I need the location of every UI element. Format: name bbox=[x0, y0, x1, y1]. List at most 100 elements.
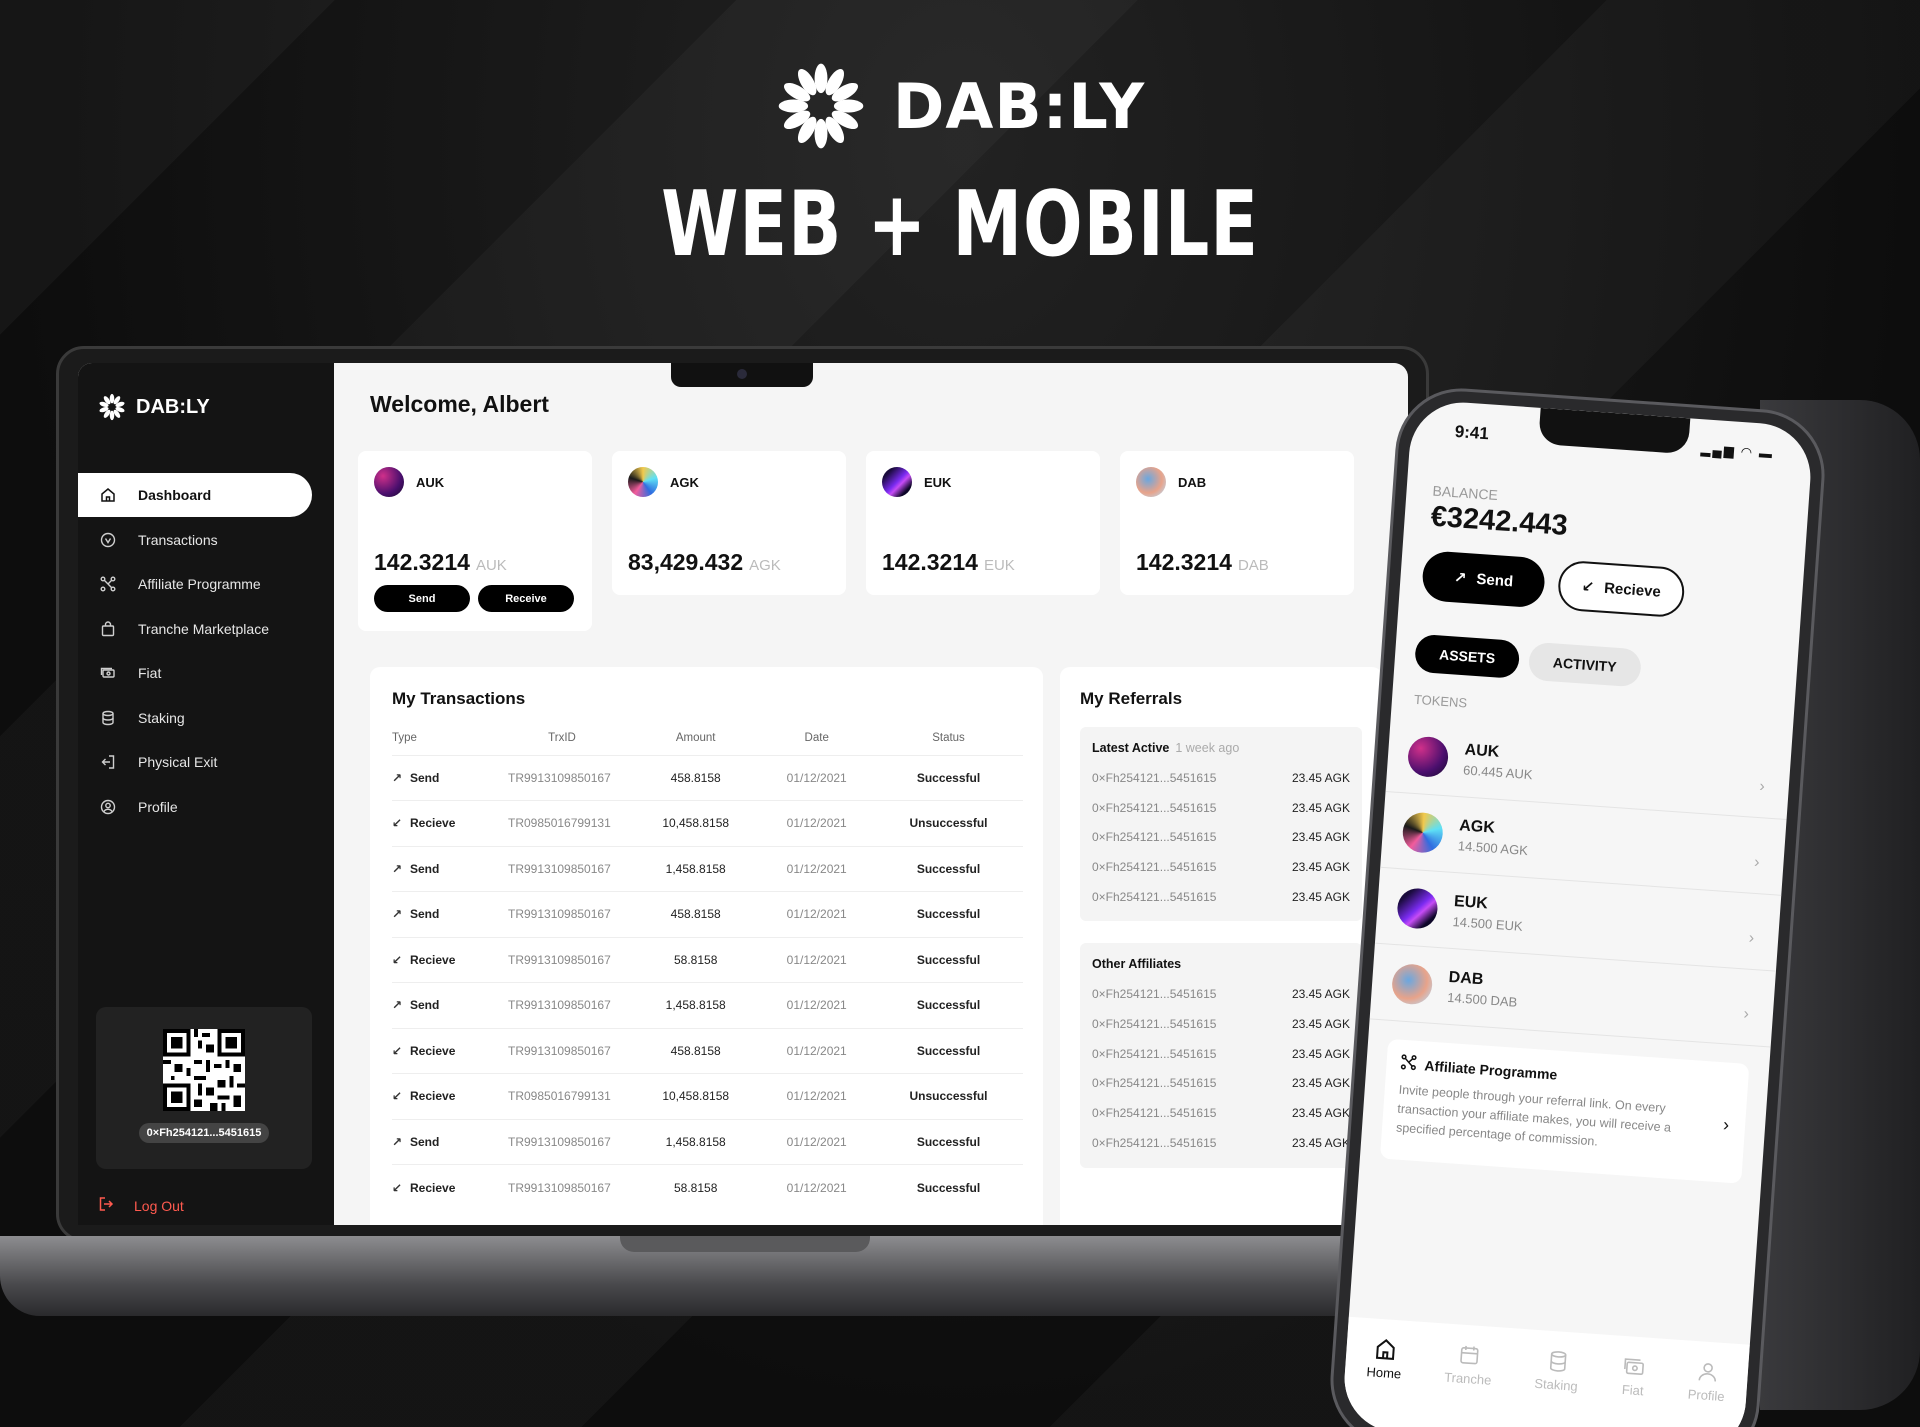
table-row[interactable]: ↗ Send TR9913109850167 458.8158 01/12/2021 Su… bbox=[392, 891, 1023, 937]
wallet-address[interactable]: 0×Fh254121...5451615 bbox=[138, 1123, 270, 1143]
table-row[interactable]: ↙ Recieve TR9913109850167 58.8158 01/12/2021… bbox=[392, 1164, 1023, 1210]
sidebar-item-tranche-marketplace[interactable]: Tranche Marketplace bbox=[78, 607, 334, 651]
list-item[interactable]: 0×Fh254121...5451615 23.45 AGK bbox=[1092, 852, 1350, 882]
send-button[interactable]: Send bbox=[374, 585, 470, 612]
affiliate-address: 0×Fh254121...5451615 bbox=[1092, 770, 1217, 785]
token-name: AUK bbox=[416, 474, 445, 490]
affiliate-value: 23.45 AGK bbox=[1291, 889, 1350, 904]
chevron-right-icon: › bbox=[1748, 929, 1755, 948]
table-row[interactable]: ↙ Recieve TR0985016799131 10,458.8158 01/12/… bbox=[392, 1073, 1023, 1119]
receive-button[interactable]: Receive bbox=[478, 585, 574, 612]
affiliate-programme-card[interactable]: Affiliate Programme Invite people throug… bbox=[1379, 1038, 1750, 1184]
transactions-table: Type TrxID Amount Date Status ↗ Send TR991… bbox=[392, 721, 1023, 1210]
logout-button[interactable]: Log Out bbox=[98, 1196, 184, 1215]
list-item[interactable]: 0×Fh254121...5451615 23.45 AGK bbox=[1092, 1098, 1350, 1128]
battery-icon: ▬ bbox=[1758, 445, 1775, 462]
token-card-euk: EUK 142.3214 EUK bbox=[866, 451, 1100, 595]
tx-status: Successful bbox=[874, 754, 1023, 801]
mobile-send-button[interactable]: ↗ Send bbox=[1420, 550, 1547, 609]
tx-status: Successful bbox=[874, 936, 1023, 983]
sidebar-item-transactions[interactable]: Transactions bbox=[78, 518, 334, 562]
nav-profile[interactable]: Profile bbox=[1684, 1359, 1727, 1427]
list-item[interactable]: 0×Fh254121...5451615 23.45 AGK bbox=[1092, 763, 1350, 793]
table-row[interactable]: ↙ Recieve TR9913109850167 58.8158 01/12/2021… bbox=[392, 936, 1023, 983]
home-icon bbox=[98, 485, 118, 505]
list-item[interactable]: 0×Fh254121...5451615 23.45 AGK bbox=[1092, 822, 1350, 852]
affiliate-description: Invite people through your referral link… bbox=[1395, 1082, 1672, 1149]
token-unit: DAB bbox=[1237, 557, 1269, 574]
affiliate-address: 0×Fh254121...5451615 bbox=[1092, 800, 1217, 815]
sidebar-item-dashboard[interactable]: Dashboard bbox=[78, 473, 312, 517]
chevron-right-icon: › bbox=[1722, 1114, 1730, 1135]
balance-value: €3242.443 bbox=[1429, 500, 1569, 542]
nav-tranche[interactable]: Tranche bbox=[1440, 1342, 1494, 1427]
token-card-auk: AUK 142.3214 AUK Send Receive bbox=[358, 451, 592, 631]
list-item[interactable]: 0×Fh254121...5451615 23.45 AGK bbox=[1092, 1039, 1350, 1069]
flower-logo-icon bbox=[99, 393, 125, 421]
tx-amount: 1,458.8158 bbox=[632, 1118, 760, 1165]
list-item[interactable]: 0×Fh254121...5451615 23.45 AGK bbox=[1092, 793, 1350, 823]
sidebar-item-staking[interactable]: Staking bbox=[78, 696, 334, 740]
sidebar-logo[interactable]: DAB:LY bbox=[98, 393, 210, 421]
list-item[interactable]: 0×Fh254121...5451615 23.45 AGK bbox=[1092, 1009, 1350, 1039]
tx-type: ↗ Send bbox=[392, 891, 492, 937]
nav-home[interactable]: Home bbox=[1363, 1336, 1404, 1427]
table-row[interactable]: ↗ Send TR9913109850167 1,458.8158 01/12/2021… bbox=[392, 982, 1023, 1028]
table-row[interactable]: ↗ Send TR9913109850167 1,458.8158 01/12/2021… bbox=[392, 845, 1023, 892]
calendar-icon bbox=[1460, 1345, 1479, 1365]
token-cards: AUK 142.3214 AUK Send Receive AGK 83,429.… bbox=[358, 451, 1354, 631]
wifi-icon: ◠ bbox=[1740, 444, 1754, 460]
sidebar-item-label: Profile bbox=[138, 798, 178, 815]
sidebar-item-affiliate[interactable]: Affiliate Programme bbox=[78, 562, 334, 606]
tx-date: 01/12/2021 bbox=[759, 936, 875, 983]
latest-active-label: Latest Active bbox=[1092, 741, 1170, 755]
table-row[interactable]: ↗ Send TR9913109850167 1,458.8158 01/12/2021… bbox=[392, 1118, 1023, 1165]
column-header: Type bbox=[392, 731, 417, 744]
sidebar-item-physical-exit[interactable]: Physical Exit bbox=[78, 740, 334, 784]
affiliate-address: 0×Fh254121...5451615 bbox=[1092, 1046, 1217, 1061]
list-item[interactable]: 0×Fh254121...5451615 23.45 AGK bbox=[1092, 1128, 1350, 1158]
affiliate-value: 23.45 AGK bbox=[1291, 1106, 1350, 1121]
list-item[interactable]: 0×Fh254121...5451615 23.45 AGK bbox=[1092, 1069, 1350, 1099]
arrow-up-right-icon: ↗ bbox=[1453, 569, 1468, 588]
tx-amount: 458.8158 bbox=[632, 1027, 760, 1074]
sidebar-item-label: Dashboard bbox=[138, 487, 212, 503]
tx-id: TR9913109850167 bbox=[492, 936, 632, 983]
list-item[interactable]: 0×Fh254121...5451615 23.45 AGK bbox=[1092, 882, 1350, 912]
database-icon bbox=[98, 708, 118, 728]
bag-icon bbox=[98, 619, 118, 639]
sidebar-brand: DAB:LY bbox=[136, 395, 210, 418]
affiliate-address: 0×Fh254121...5451615 bbox=[1092, 1076, 1217, 1091]
arrow-up-right-icon: ↗ bbox=[392, 861, 403, 876]
other-affiliates-box: Other Affiliates 0×Fh254121...5451615 23.… bbox=[1080, 943, 1362, 1168]
sidebar-item-fiat[interactable]: Fiat bbox=[78, 651, 334, 695]
transactions-title: My Transactions bbox=[392, 689, 526, 708]
nav-staking[interactable]: Staking bbox=[1530, 1348, 1580, 1427]
transactions-icon bbox=[98, 530, 118, 550]
affiliate-value: 23.45 AGK bbox=[1291, 1016, 1350, 1031]
tab-activity[interactable]: ACTIVITY bbox=[1527, 641, 1642, 688]
referrals-card: My Referrals Latest Active 1 week ago 0×F… bbox=[1060, 667, 1382, 1225]
token-balance: 83,429.432 AGK bbox=[628, 549, 781, 575]
mobile-receive-button[interactable]: ↙ Recieve bbox=[1556, 559, 1686, 619]
tx-date: 01/12/2021 bbox=[759, 754, 875, 801]
database-icon bbox=[1549, 1351, 1566, 1372]
table-row[interactable]: ↗ Send TR9913109850167 458.8158 01/12/2021 Su… bbox=[392, 754, 1023, 801]
sidebar-item-profile[interactable]: Profile bbox=[78, 785, 334, 829]
arrow-down-left-icon: ↙ bbox=[392, 816, 403, 831]
transactions-card: My Transactions Type TrxID Amount Date S… bbox=[370, 667, 1043, 1225]
token-unit: AUK bbox=[475, 557, 507, 574]
sidebar-nav: Dashboard Transactions Affiliate Program… bbox=[78, 473, 334, 829]
tab-assets[interactable]: ASSETS bbox=[1413, 633, 1521, 679]
dashboard-main: Welcome, Albert AUK 142.3214 AUK Send Rec… bbox=[334, 363, 1408, 1225]
column-header: Date bbox=[804, 731, 829, 744]
table-row[interactable]: ↙ Recieve TR9913109850167 458.8158 01/12/202… bbox=[392, 1027, 1023, 1074]
arrow-up-right-icon: ↗ bbox=[392, 1134, 403, 1149]
chevron-right-icon: › bbox=[1753, 853, 1761, 872]
signal-icon: ▂▄▆ bbox=[1700, 441, 1737, 459]
list-item[interactable]: 0×Fh254121...5451615 23.45 AGK bbox=[1092, 979, 1350, 1009]
nav-fiat[interactable]: Fiat bbox=[1617, 1354, 1647, 1427]
sidebar-item-label: Fiat bbox=[138, 665, 162, 681]
tx-status: Unsuccessful bbox=[874, 800, 1023, 846]
table-row[interactable]: ↙ Recieve TR0985016799131 10,458.8158 01/12/… bbox=[392, 800, 1023, 846]
